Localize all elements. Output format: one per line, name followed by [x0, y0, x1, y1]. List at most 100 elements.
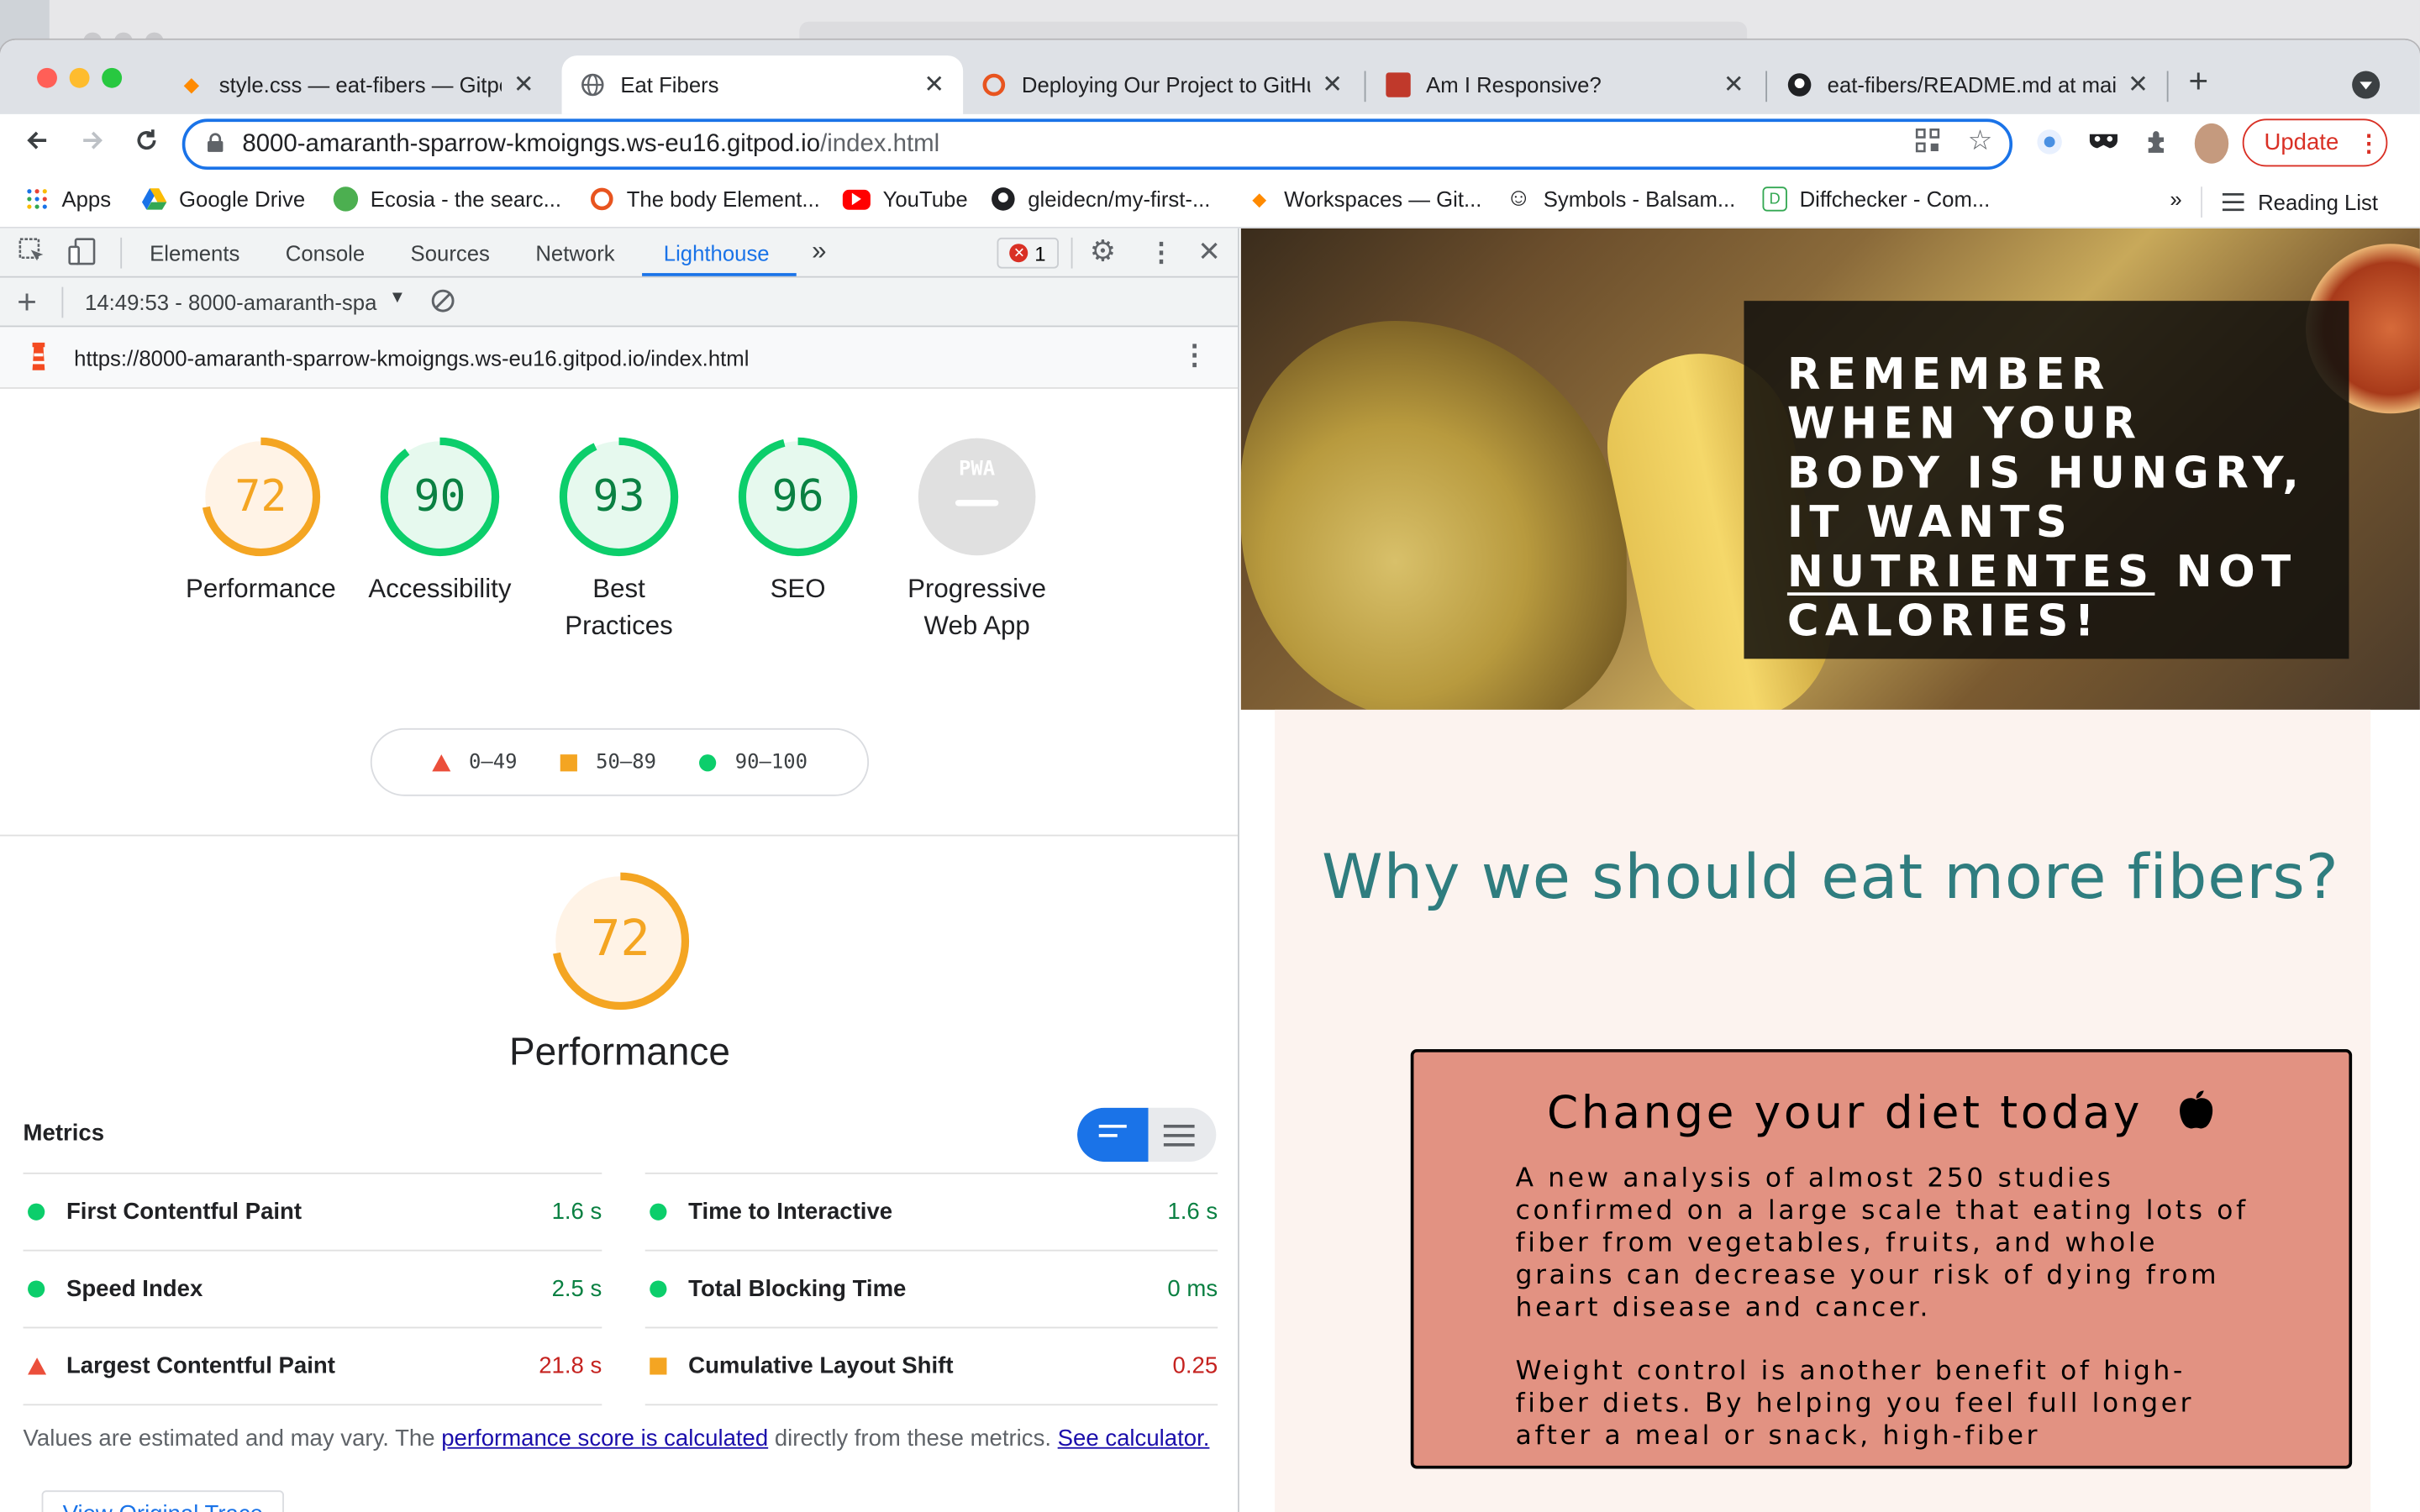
dropdown-arrow-icon[interactable]: ▼ [389, 288, 406, 307]
legend-poor: 0–49 [468, 750, 518, 774]
tab-search-button[interactable] [2352, 71, 2381, 99]
profile-avatar[interactable] [2194, 123, 2229, 164]
bookmark-body-element[interactable]: The body Element... [590, 186, 820, 212]
forward-button[interactable] [74, 127, 111, 162]
bookmarks-bar: Apps Google Drive Ecosia - the searc... … [0, 176, 2420, 228]
clear-reports-icon[interactable] [430, 288, 455, 318]
performance-title: Performance [508, 1030, 730, 1074]
score-gauge-best-practices[interactable]: 93 Best Practices [529, 435, 708, 645]
score-gauge-performance[interactable]: 72 Performance [171, 435, 350, 608]
new-tab-button[interactable]: + [2188, 61, 2208, 102]
good-circle-icon [28, 1203, 45, 1221]
more-vertical-icon[interactable]: ⋮ [1149, 238, 1175, 269]
lock-icon [207, 132, 224, 156]
qr-code-icon[interactable] [1915, 128, 1940, 160]
close-tab-icon[interactable]: ✕ [923, 70, 944, 101]
poor-triangle-icon [431, 753, 450, 771]
lighthouse-toolbar: + 14:49:53 - 8000-amaranth-spa ▼ [0, 277, 1239, 328]
update-button[interactable]: Update ⋮ [2242, 118, 2388, 167]
bookmark-apps[interactable]: Apps [24, 186, 111, 212]
back-button[interactable] [18, 127, 55, 162]
metric-label: Total Blocking Time [688, 1275, 907, 1303]
score-label: Accessibility [368, 574, 512, 604]
url-path: /index.html [820, 130, 940, 157]
bookmark-label: The body Element... [626, 186, 820, 212]
github-icon [1787, 72, 1812, 97]
poor-triangle-icon [28, 1357, 47, 1375]
tab-readme[interactable]: eat-fibers/README.md at main ✕ [1769, 55, 2167, 114]
performance-score-link[interactable]: performance score is calculated [441, 1425, 768, 1452]
metrics-divider [23, 1404, 602, 1406]
metric-total-blocking-time: Total Blocking Time 0 ms [644, 1249, 1218, 1327]
address-bar[interactable]: 8000-amaranth-sparrow-kmoigngs.ws-eu16.g… [182, 118, 2013, 171]
new-report-plus-icon[interactable]: + [17, 282, 37, 323]
close-devtools-icon[interactable]: ✕ [1197, 236, 1221, 269]
bookmark-label: Workspaces — Git... [1284, 186, 1482, 212]
bookmark-diffchecker[interactable]: D Diffchecker - Com... [1762, 186, 1990, 212]
score-label: Progressive Web App [908, 574, 1047, 641]
extension-circle-icon[interactable] [2036, 128, 2064, 163]
tab-console[interactable]: Console [286, 241, 365, 265]
tab-sources[interactable]: Sources [411, 241, 490, 265]
calculator-link[interactable]: See calculator. [1058, 1425, 1210, 1452]
score-gauge-pwa[interactable]: PWA Progressive Web App [887, 435, 1066, 645]
note-text: Values are estimated and may vary. The [23, 1425, 442, 1452]
close-tab-icon[interactable]: ✕ [1322, 70, 1343, 101]
report-url[interactable]: https://8000-amaranth-sparrow-kmoigngs.w… [74, 345, 749, 370]
more-bookmarks-button[interactable]: » [2170, 186, 2181, 211]
tab-separator [2166, 71, 2169, 102]
bookmark-google-drive[interactable]: Google Drive [141, 186, 305, 212]
tab-am-i-responsive[interactable]: Am I Responsive? ✕ [1367, 55, 1762, 114]
metrics-heading: Metrics [23, 1120, 105, 1147]
metric-time-to-interactive: Time to Interactive 1.6 s [644, 1172, 1218, 1250]
mask-extension-icon[interactable] [2088, 128, 2119, 160]
more-vertical-icon[interactable]: ⋮ [1181, 339, 1208, 372]
active-tab-indicator [642, 273, 797, 276]
pwa-badge: PWA [959, 458, 996, 482]
extensions-puzzle-icon[interactable] [2144, 128, 2171, 163]
bookmark-youtube[interactable]: YouTube [842, 186, 968, 212]
bookmark-star-icon[interactable]: ☆ [1968, 125, 1993, 158]
chevron-down-icon [2360, 81, 2373, 90]
score-gauge-accessibility[interactable]: 90 Accessibility [350, 435, 529, 608]
bookmark-gleidecn[interactable]: gleidecn/my-first-... [991, 186, 1210, 212]
close-tab-icon[interactable]: ✕ [513, 70, 534, 101]
metric-value: 1.6 s [1167, 1199, 1218, 1226]
metrics-view-toggle[interactable] [1077, 1107, 1217, 1163]
bookmark-label: YouTube [882, 186, 968, 212]
tab-elements[interactable]: Elements [150, 241, 239, 265]
tab-eat-fibers[interactable]: Eat Fibers ✕ [561, 55, 964, 114]
bookmark-symbols[interactable]: ☺ Symbols - Balsam... [1506, 185, 1735, 211]
inspect-element-icon[interactable] [18, 238, 46, 273]
pineapple-illustration [1240, 321, 1627, 710]
close-tab-icon[interactable]: ✕ [2128, 70, 2149, 101]
bookmark-workspaces[interactable]: ◆ Workspaces — Git... [1247, 186, 1481, 211]
diet-card: Change your diet today A new analysis of… [1410, 1048, 2353, 1469]
tab-network[interactable]: Network [535, 241, 614, 265]
view-original-trace-button[interactable]: View Original Trace [41, 1490, 284, 1512]
compact-view-button[interactable] [1077, 1107, 1149, 1163]
device-toolbar-icon[interactable] [68, 238, 96, 273]
close-tab-icon[interactable]: ✕ [1723, 70, 1744, 101]
report-selector[interactable]: 14:49:53 - 8000-amaranth-spa [85, 290, 381, 314]
average-square-icon [650, 1357, 667, 1375]
more-tabs-button[interactable]: » [812, 236, 826, 267]
tab-lighthouse[interactable]: Lighthouse [664, 241, 770, 265]
score-value: 96 [771, 470, 824, 522]
reading-list-button[interactable]: Reading List [2201, 186, 2378, 218]
expanded-view-icon[interactable] [1163, 1124, 1195, 1152]
maximize-window-button[interactable] [102, 67, 123, 88]
bookmark-ecosia[interactable]: Ecosia - the searc... [333, 186, 561, 212]
circle-icon [590, 186, 614, 211]
tab-deploying[interactable]: Deploying Our Project to GitHub ✕ [963, 55, 1361, 114]
note-text: directly from these metrics. [768, 1425, 1058, 1452]
settings-gear-icon[interactable]: ⚙ [1090, 234, 1116, 270]
tab-style-css[interactable]: ◆ style.css — eat-fibers — Gitpod ✕ [160, 55, 553, 114]
ecosia-icon [333, 186, 359, 212]
error-count-badge[interactable]: ✕ 1 [997, 237, 1059, 269]
score-gauge-seo[interactable]: 96 SEO [708, 435, 887, 608]
close-window-button[interactable] [37, 67, 57, 88]
reload-button[interactable] [128, 127, 165, 162]
card-paragraph: Weight control is another benefit of hig… [1515, 1356, 2195, 1452]
minimize-window-button[interactable] [69, 67, 90, 88]
